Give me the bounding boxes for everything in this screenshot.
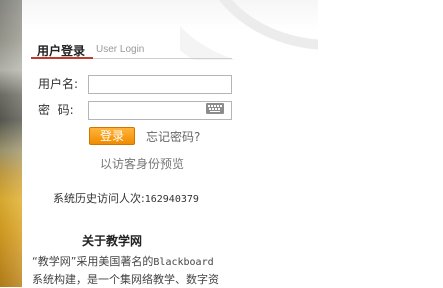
- side-photo: [0, 0, 22, 287]
- about-heading: 关于教学网: [82, 234, 143, 248]
- login-button[interactable]: 登录: [89, 127, 135, 145]
- header-divider-accent: [31, 57, 93, 59]
- username-label: 用户名:: [38, 77, 79, 91]
- visit-counter: 系统历史访问人次:162940379: [53, 190, 199, 206]
- about-line-1: “教学网”采用美国著名的Blackboard: [32, 253, 262, 271]
- right-blank-area: [318, 0, 443, 287]
- keyboard-icon[interactable]: [206, 103, 224, 114]
- about-brand-name: Blackboard: [153, 257, 214, 268]
- visit-count-value: 162940379: [144, 194, 199, 205]
- username-input[interactable]: [88, 75, 232, 94]
- password-label: 密 码:: [38, 103, 74, 117]
- login-subtitle: User Login: [96, 44, 145, 55]
- visit-count-label: 系统历史访问人次:: [53, 192, 145, 205]
- forgot-password-link[interactable]: 忘记密码?: [146, 128, 200, 145]
- about-description: “教学网”采用美国著名的Blackboard 系统构建，是一个集网络教学、数字资: [32, 253, 262, 288]
- decorative-swoosh: [180, 0, 320, 60]
- about-line-1-text: “教学网”采用美国著名的: [32, 255, 154, 268]
- about-line-2: 系统构建，是一个集网络教学、数字资: [32, 273, 219, 286]
- guest-preview-link[interactable]: 以访客身份预览: [100, 155, 184, 172]
